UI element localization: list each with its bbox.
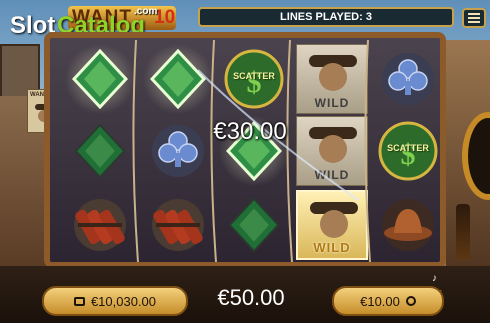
- music-icon[interactable]: ♪: [432, 273, 437, 284]
- whiskey-bottle: [456, 204, 470, 260]
- win-amount: €30.00: [213, 118, 287, 145]
- settings-icons: ♪ ⚡: [432, 268, 458, 302]
- total-win-display: €50.00: [217, 285, 285, 310]
- lines-played-display: LINES PLAYED: 3: [198, 7, 454, 27]
- wallet-icon: [73, 296, 85, 306]
- bet-button[interactable]: €10.00: [332, 286, 444, 316]
- balance-value: €10,030.00: [90, 293, 157, 309]
- menu-line: [468, 21, 480, 23]
- coins-icon: [405, 296, 416, 306]
- balance-display: €10,030.00: [42, 286, 188, 316]
- watermark-tld: .com: [134, 6, 158, 17]
- rope-dividers: [132, 40, 371, 262]
- menu-icon[interactable]: [462, 8, 486, 28]
- menu-line: [468, 17, 480, 19]
- menu-line: [468, 13, 480, 15]
- bet-value: €10.00: [360, 293, 400, 309]
